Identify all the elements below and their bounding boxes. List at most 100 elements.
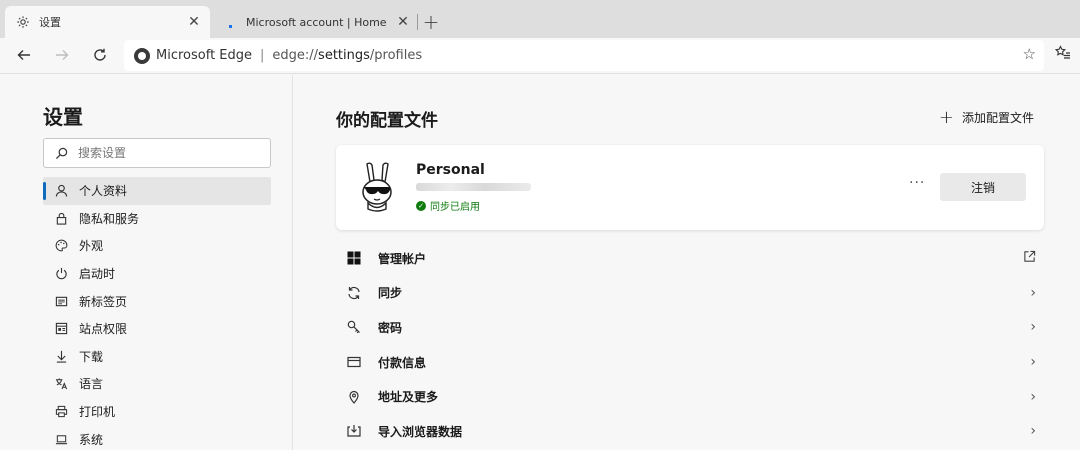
- profile-settings-list: 管理帐户 同步 › 密码 › 付款信息 › 地址及更多 › 导入浏览器数据 ›: [336, 241, 1044, 449]
- sidebar-item-printers[interactable]: 打印机: [43, 398, 271, 426]
- tab-separator: [417, 14, 418, 30]
- sidebar-item-languages[interactable]: 语言: [43, 370, 271, 398]
- add-profile-button[interactable]: + 添加配置文件: [939, 107, 1034, 128]
- row-label: 管理帐户: [378, 251, 427, 266]
- sidebar-item-label: 隐私和服务: [79, 211, 140, 226]
- row-label: 导入浏览器数据: [378, 424, 463, 439]
- sidebar-item-label: 个人资料: [79, 184, 128, 199]
- site-permissions-icon: [53, 321, 69, 337]
- sidebar-item-site-permissions[interactable]: 站点权限: [43, 315, 271, 343]
- gear-icon: [15, 14, 31, 30]
- address-divider: |: [260, 48, 265, 63]
- sidebar-item-label: 系统: [79, 432, 104, 447]
- printer-icon: [53, 404, 69, 420]
- main-content: 你的配置文件 + 添加配置文件 Personal ✓ 同步已启用 ··· 注销: [294, 75, 1080, 450]
- search-box[interactable]: [43, 138, 271, 168]
- url-prefix: edge://: [272, 48, 319, 63]
- power-icon: [53, 266, 69, 282]
- sidebar-item-profiles[interactable]: 个人资料: [43, 177, 271, 205]
- sidebar-item-label: 站点权限: [79, 322, 128, 337]
- row-label: 付款信息: [378, 355, 427, 370]
- key-icon: [346, 319, 362, 335]
- search-input[interactable]: [78, 146, 258, 160]
- tab-title: 设置: [39, 16, 61, 29]
- address-url: edge://settings/profiles: [272, 48, 422, 63]
- row-label: 密码: [378, 320, 403, 335]
- sidebar-item-downloads[interactable]: 下载: [43, 343, 271, 371]
- language-icon: [53, 376, 69, 392]
- chevron-right-icon: ›: [1030, 388, 1036, 405]
- avatar: [358, 162, 396, 212]
- sidebar-item-system[interactable]: 系统: [43, 425, 271, 450]
- edge-logo-icon: [134, 47, 150, 64]
- url-host: settings: [318, 48, 370, 63]
- credit-card-icon: [346, 354, 362, 370]
- sync-status-label: 同步已启用: [430, 202, 480, 213]
- sign-out-button[interactable]: 注销: [940, 173, 1026, 201]
- toolbar: Microsoft Edge | edge://settings/profile…: [0, 38, 1080, 74]
- profile-name: Personal: [416, 162, 485, 178]
- sidebar-nav: 个人资料 隐私和服务 外观 启动时 新标签页 站点权限 下载 语言 打印机 系统: [43, 177, 271, 450]
- row-label: 地址及更多: [378, 390, 439, 405]
- star-icon[interactable]: ☆: [1023, 45, 1036, 63]
- sync-icon: [346, 285, 362, 301]
- tab-strip: 设置 ✕ Microsoft account | Home ✕ +: [0, 0, 1080, 38]
- address-site-label: Microsoft Edge: [156, 48, 253, 63]
- sidebar-item-label: 新标签页: [79, 294, 128, 309]
- sidebar-item-new-tab[interactable]: 新标签页: [43, 287, 271, 315]
- checkmark-icon: ✓: [416, 200, 426, 211]
- lock-icon: [53, 210, 69, 226]
- redacted-email: [416, 183, 531, 191]
- tab-microsoft-account[interactable]: Microsoft account | Home ✕: [214, 6, 419, 38]
- external-link-icon: [1023, 250, 1036, 267]
- row-manage-account[interactable]: 管理帐户: [336, 241, 1044, 276]
- windows-grid-icon: [346, 250, 362, 266]
- sidebar-item-label: 启动时: [79, 267, 116, 282]
- address-bar[interactable]: Microsoft Edge | edge://settings/profile…: [124, 40, 1044, 71]
- sidebar-item-on-startup[interactable]: 启动时: [43, 260, 271, 288]
- more-options-button[interactable]: ···: [909, 175, 925, 191]
- sidebar-item-label: 语言: [79, 377, 104, 392]
- forward-icon[interactable]: [48, 41, 76, 69]
- search-icon: [54, 146, 68, 160]
- row-sync[interactable]: 同步 ›: [336, 276, 1044, 311]
- sidebar-item-label: 打印机: [79, 405, 116, 420]
- back-icon[interactable]: [10, 41, 38, 69]
- laptop-icon: [53, 431, 69, 447]
- close-icon[interactable]: ✕: [393, 12, 413, 32]
- chevron-right-icon: ›: [1030, 423, 1036, 440]
- new-tab-button[interactable]: +: [421, 10, 441, 34]
- tab-settings[interactable]: 设置 ✕: [5, 6, 210, 38]
- row-label: 同步: [378, 286, 403, 301]
- plus-icon: +: [938, 107, 954, 128]
- url-path: /profiles: [369, 48, 423, 63]
- import-icon: [346, 423, 362, 439]
- close-icon[interactable]: ✕: [184, 12, 204, 32]
- page-title: 你的配置文件: [336, 111, 438, 131]
- profile-card: Personal ✓ 同步已启用 ··· 注销: [336, 145, 1044, 230]
- favorites-icon[interactable]: [1054, 45, 1071, 65]
- chevron-right-icon: ›: [1030, 354, 1036, 371]
- row-import-browser-data[interactable]: 导入浏览器数据 ›: [336, 414, 1044, 449]
- download-icon: [53, 348, 69, 364]
- person-icon: [53, 183, 69, 199]
- row-payment-info[interactable]: 付款信息 ›: [336, 345, 1044, 380]
- microsoft-icon: [222, 14, 238, 30]
- palette-icon: [53, 238, 69, 254]
- row-passwords[interactable]: 密码 ›: [336, 310, 1044, 345]
- sidebar-item-privacy[interactable]: 隐私和服务: [43, 205, 271, 233]
- sync-status: ✓ 同步已启用: [416, 198, 480, 213]
- row-addresses[interactable]: 地址及更多 ›: [336, 379, 1044, 414]
- chevron-right-icon: ›: [1030, 319, 1036, 336]
- sidebar: 设置 个人资料 隐私和服务 外观 启动时 新标签页 站点权限: [0, 75, 293, 450]
- tab-title: Microsoft account | Home: [246, 15, 387, 29]
- sidebar-item-label: 下载: [79, 349, 104, 364]
- location-pin-icon: [346, 389, 362, 405]
- sidebar-item-label: 外观: [79, 239, 104, 254]
- sidebar-title: 设置: [43, 105, 83, 129]
- refresh-icon[interactable]: [86, 41, 114, 69]
- chevron-right-icon: ›: [1030, 284, 1036, 301]
- newtab-icon: [53, 293, 69, 309]
- sidebar-item-appearance[interactable]: 外观: [43, 232, 271, 260]
- add-profile-label: 添加配置文件: [961, 111, 1034, 125]
